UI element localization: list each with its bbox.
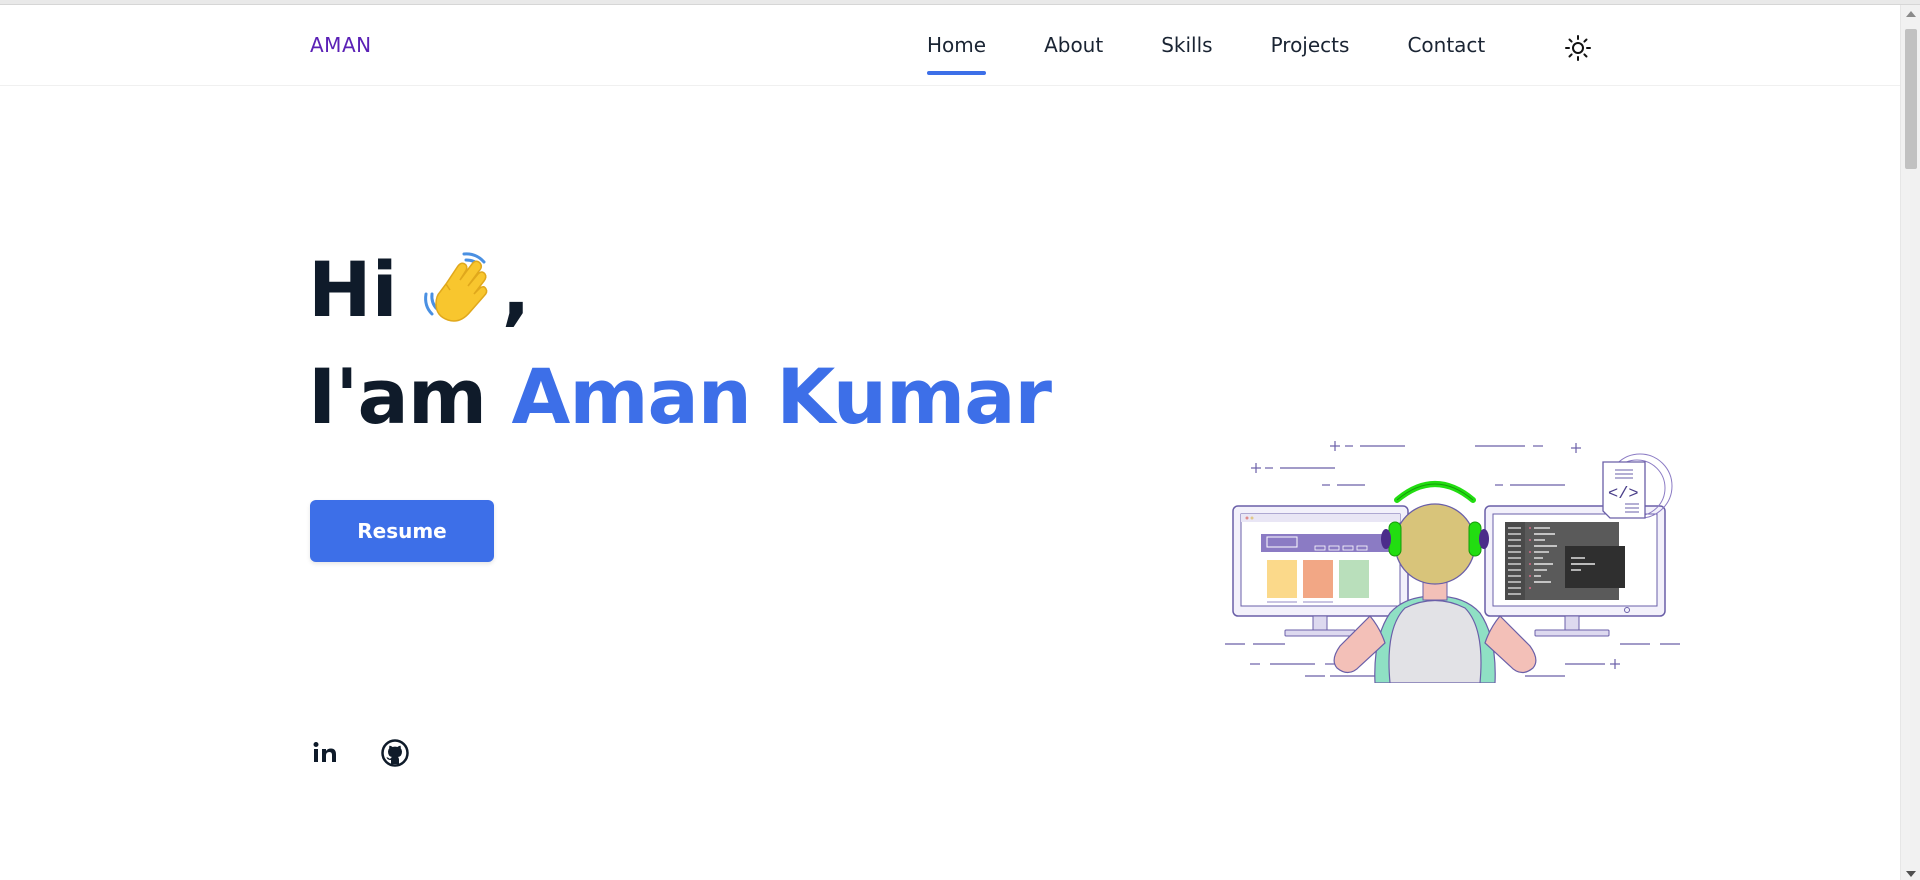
nav-home[interactable]: Home: [927, 33, 987, 75]
nav-contact[interactable]: Contact: [1407, 33, 1485, 57]
developer-illustration: </>: [1225, 438, 1680, 684]
hero-intro: I'am: [308, 352, 487, 441]
greeting-comma: ,: [501, 245, 531, 334]
scroll-thumb[interactable]: [1905, 29, 1917, 169]
site-logo[interactable]: AMAN: [310, 33, 372, 57]
hero-name: Aman Kumar: [511, 352, 1052, 441]
sun-icon[interactable]: [1564, 34, 1592, 62]
nav-projects[interactable]: Projects: [1271, 33, 1350, 57]
hero-title: I'am Aman Kumar: [308, 352, 1052, 441]
linkedin-icon[interactable]: [310, 738, 340, 768]
hero-greeting: Hi ,: [308, 245, 531, 334]
site-header: AMAN Home About Skills Projects Contact: [0, 5, 1900, 86]
main-nav: Home About Skills Projects Contact: [927, 33, 1543, 75]
github-icon[interactable]: [380, 738, 410, 768]
nav-skills[interactable]: Skills: [1161, 33, 1212, 57]
greeting-text: Hi: [308, 245, 398, 334]
waving-hand-icon: [423, 251, 488, 322]
resume-button[interactable]: Resume: [310, 500, 494, 562]
svg-text:</>: </>: [1608, 485, 1639, 504]
scroll-up-icon[interactable]: [1906, 11, 1916, 17]
page-scrollbar[interactable]: [1900, 5, 1920, 880]
scroll-down-icon[interactable]: [1906, 871, 1916, 877]
nav-about[interactable]: About: [1044, 33, 1103, 57]
